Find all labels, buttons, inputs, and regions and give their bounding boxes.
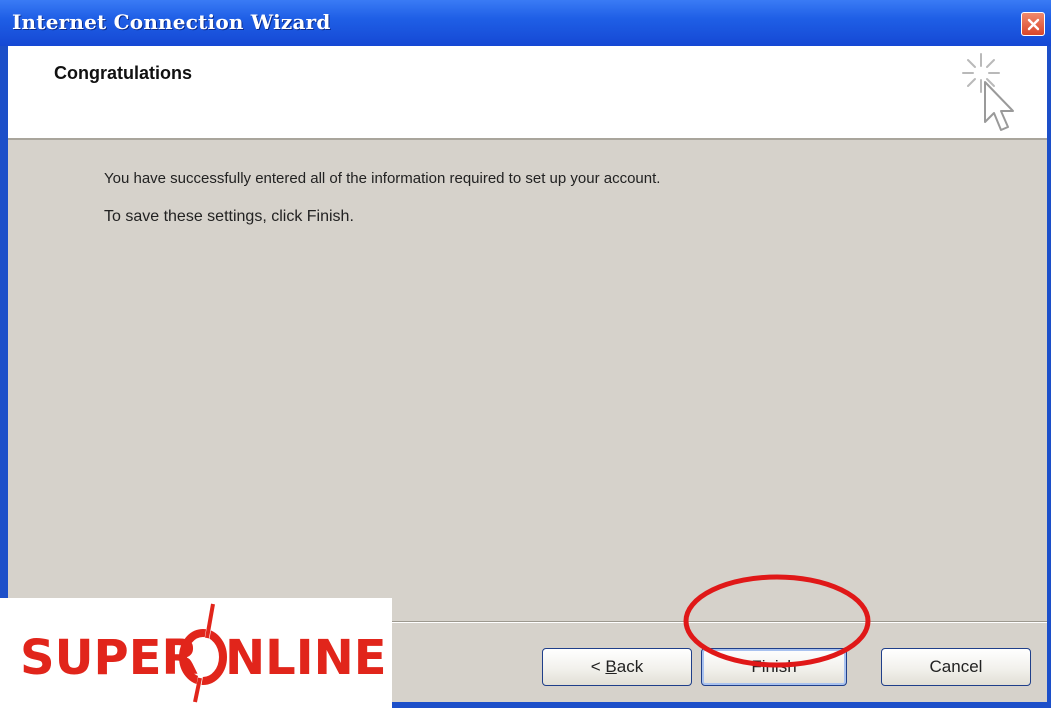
window-title: Internet Connection Wizard (12, 10, 331, 34)
wizard-header: Congratulations (8, 46, 1047, 140)
close-icon (1027, 18, 1040, 31)
finish-button[interactable]: Finish (701, 648, 847, 686)
superonline-logo-watermark: SUPER NLINE (0, 598, 392, 708)
svg-text:SUPER: SUPER (20, 630, 198, 686)
success-message: You have successfully entered all of the… (104, 170, 661, 187)
back-button-mnemonic: B (605, 657, 617, 676)
svg-text:NLINE: NLINE (225, 630, 387, 686)
back-button-rest: ack (616, 657, 644, 676)
save-instructions: To save these settings, click Finish. (104, 208, 354, 225)
cancel-button[interactable]: Cancel (881, 648, 1031, 686)
wizard-window: Internet Connection Wizard Congratulatio… (0, 0, 1051, 708)
title-bar[interactable]: Internet Connection Wizard (0, 0, 1051, 46)
back-button-prefix: < (590, 657, 606, 676)
back-button[interactable]: < Back (542, 648, 692, 686)
page-title: Congratulations (54, 63, 192, 83)
close-button[interactable] (1021, 12, 1045, 36)
wizard-cursor-sparkle-icon (962, 53, 1014, 131)
superonline-logo: SUPER NLINE (20, 603, 387, 703)
